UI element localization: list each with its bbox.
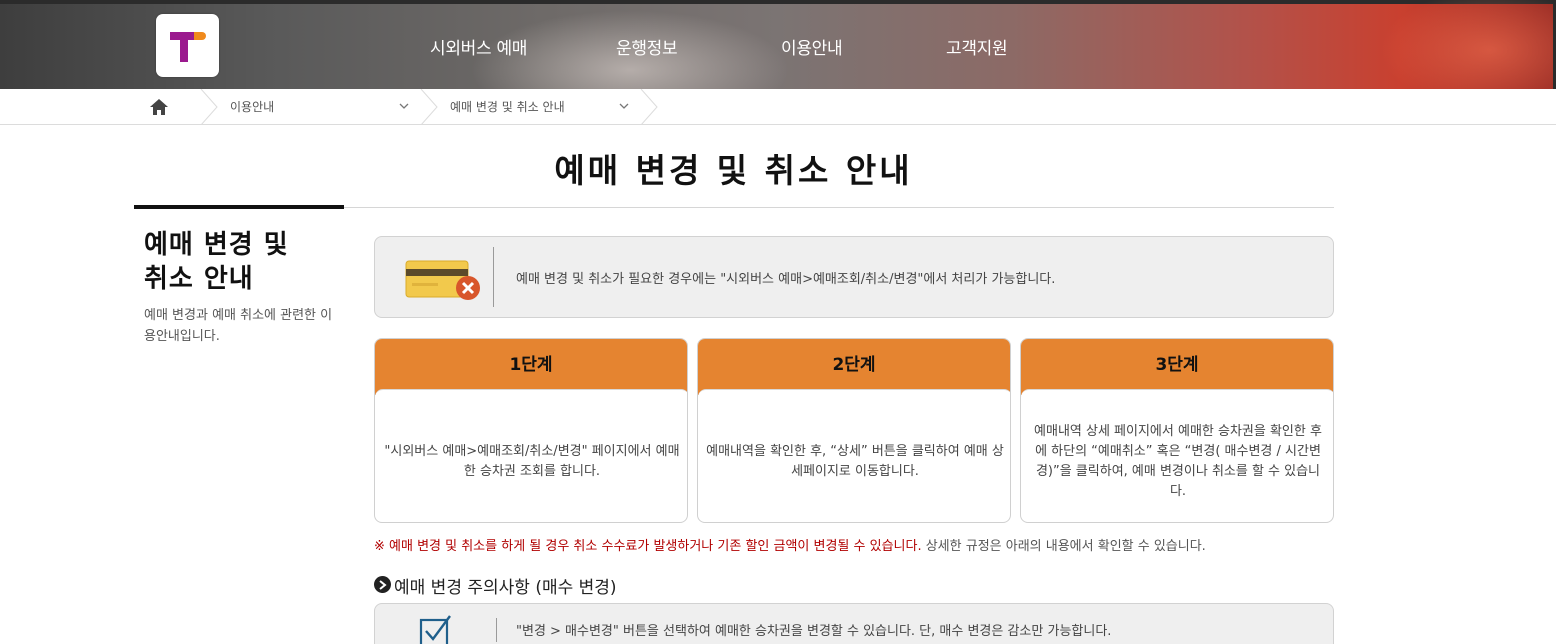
step-card-curve (1021, 389, 1333, 401)
side-title-line1: 예매 변경 및 (144, 230, 289, 260)
nav-customer-support[interactable]: 고객지원 (946, 34, 1008, 59)
page-title: 예매 변경 및 취소 안내 (554, 151, 913, 190)
section-title: 예매 변경 주의사항 (매수 변경) (394, 578, 617, 598)
step-card-1: 1단계 "시외버스 예매>예매조회/취소/변경" 페이지에서 예매한 승차권 조… (374, 338, 688, 523)
fee-notice: ※ 예매 변경 및 취소를 하게 될 경우 취소 수수료가 발생하거나 기존 할… (374, 535, 1206, 554)
chevron-down-icon[interactable] (618, 101, 630, 111)
step-card-2: 2단계 예매내역을 확인한 후, “상세” 버튼을 클릭하여 예매 상세페이지로… (697, 338, 1011, 523)
checkbox-checked-icon (419, 615, 451, 644)
fee-notice-detail: 상세한 규정은 아래의 내용에서 확인할 수 있습니다. (921, 539, 1206, 554)
section-info-text: "변경 > 매수변경" 버튼을 선택하여 예매한 승차권을 변경할 수 있습니다… (516, 624, 1112, 639)
nav-usage-guide[interactable]: 이용안내 (781, 34, 843, 59)
site-header: 시외버스 예매 운행정보 이용안내 고객지원 (0, 0, 1556, 89)
chevron-right-circle-icon (374, 576, 391, 593)
title-divider-accent (134, 205, 344, 209)
step-title: 2단계 (698, 339, 1010, 395)
side-title-line2: 취소 안내 (144, 264, 254, 294)
step-title: 1단계 (375, 339, 687, 395)
home-icon[interactable] (148, 97, 170, 117)
side-title: 예매 변경 및 취소 안내 (144, 228, 344, 296)
breadcrumb: 이용안내 예매 변경 및 취소 안내 (0, 89, 1556, 125)
info-box-divider (493, 247, 494, 307)
step-title: 3단계 (1021, 339, 1333, 395)
section-info-divider (496, 618, 497, 642)
breadcrumb-separator-icon (420, 89, 438, 125)
step-card-3: 3단계 예매내역 상세 페이지에서 예매한 승차권을 확인한 후에 하단의 “예… (1020, 338, 1334, 523)
info-box: 예매 변경 및 취소가 필요한 경우에는 "시외버스 예매>예매조회/취소/변경… (374, 236, 1334, 318)
step-card-curve (375, 389, 687, 401)
card-cancel-icon (405, 260, 480, 300)
chevron-down-icon[interactable] (398, 101, 410, 111)
nav-intercity-bus-reservation[interactable]: 시외버스 예매 (430, 34, 527, 59)
section-info-box: "변경 > 매수변경" 버튼을 선택하여 예매한 승차권을 변경할 수 있습니다… (374, 603, 1334, 644)
step-body: 예매내역을 확인한 후, “상세” 버튼을 클릭하여 예매 상세페이지로 이동합… (706, 444, 1004, 479)
breadcrumb-separator-icon (640, 89, 658, 125)
breadcrumb-separator-icon (200, 89, 218, 125)
info-box-text: 예매 변경 및 취소가 필요한 경우에는 "시외버스 예매>예매조회/취소/변경… (516, 272, 1056, 287)
step-card-curve (698, 389, 1010, 401)
nav-operation-info[interactable]: 운행정보 (616, 34, 678, 59)
fee-notice-warning: ※ 예매 변경 및 취소를 하게 될 경우 취소 수수료가 발생하거나 기존 할… (374, 539, 922, 554)
main-navigation: 시외버스 예매 운행정보 이용안내 고객지원 (0, 34, 1556, 59)
breadcrumb-item-current[interactable]: 예매 변경 및 취소 안내 (450, 98, 565, 115)
breadcrumb-item-usage-guide[interactable]: 이용안내 (230, 98, 274, 115)
step-body: "시외버스 예매>예매조회/취소/변경" 페이지에서 예매한 승차권 조회를 합… (384, 444, 680, 479)
side-description: 예매 변경과 예매 취소에 관련한 이용안내입니다. (144, 308, 333, 344)
step-body: 예매내역 상세 페이지에서 예매한 승차권을 확인한 후에 하단의 “예매취소”… (1034, 424, 1322, 499)
